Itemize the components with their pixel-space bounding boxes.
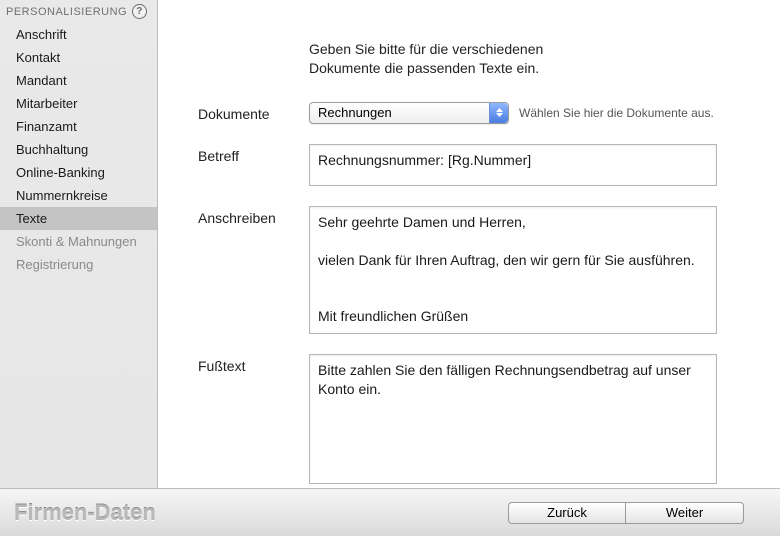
- sidebar-item-registrierung: Registrierung: [0, 253, 157, 276]
- sidebar-item-mandant[interactable]: Mandant: [0, 69, 157, 92]
- sidebar-item-texte[interactable]: Texte: [0, 207, 157, 230]
- sidebar-item-online-banking[interactable]: Online-Banking: [0, 161, 157, 184]
- sidebar-item-label: Online-Banking: [16, 165, 105, 180]
- row-betreff: Betreff: [198, 144, 740, 186]
- sidebar-item-label: Anschrift: [16, 27, 67, 42]
- sidebar-item-anschrift[interactable]: Anschrift: [0, 23, 157, 46]
- sidebar-item-label: Mandant: [16, 73, 67, 88]
- sidebar-item-buchhaltung[interactable]: Buchhaltung: [0, 138, 157, 161]
- intro-line: Dokumente die passenden Texte ein.: [309, 59, 740, 78]
- fusstext-textarea[interactable]: [309, 354, 717, 484]
- dropdown-icon: [489, 103, 508, 123]
- sidebar-item-label: Kontakt: [16, 50, 60, 65]
- sidebar-item-label: Buchhaltung: [16, 142, 88, 157]
- intro-line: Geben Sie bitte für die verschiedenen: [309, 40, 740, 59]
- field-fusstext: [309, 354, 740, 484]
- label-anschreiben: Anschreiben: [198, 206, 309, 226]
- sidebar-item-kontakt[interactable]: Kontakt: [0, 46, 157, 69]
- label-fusstext: Fußtext: [198, 354, 309, 374]
- sidebar-item-nummernkreise[interactable]: Nummernkreise: [0, 184, 157, 207]
- sidebar-item-label: Registrierung: [16, 257, 93, 272]
- next-button[interactable]: Weiter: [626, 502, 744, 524]
- row-dokumente: Dokumente Rechnungen Wählen Sie hier die…: [198, 102, 740, 124]
- sidebar-item-skonti-mahnungen: Skonti & Mahnungen: [0, 230, 157, 253]
- sidebar-item-finanzamt[interactable]: Finanzamt: [0, 115, 157, 138]
- anschreiben-textarea[interactable]: [309, 206, 717, 334]
- footer-buttons: Zurück Weiter: [508, 502, 744, 524]
- main-area: PERSONALISIERUNG ? Anschrift Kontakt Manda…: [0, 0, 780, 488]
- sidebar-list: Anschrift Kontakt Mandant Mitarbeiter Finanz…: [0, 23, 157, 276]
- dokumente-hint: Wählen Sie hier die Dokumente aus.: [519, 106, 714, 120]
- sidebar-item-label: Finanzamt: [16, 119, 77, 134]
- sidebar-item-label: Nummernkreise: [16, 188, 108, 203]
- footer-title: Firmen-Daten: [14, 500, 156, 526]
- row-fusstext: Fußtext: [198, 354, 740, 484]
- field-betreff: [309, 144, 740, 186]
- row-anschreiben: Anschreiben: [198, 206, 740, 334]
- sidebar-item-mitarbeiter[interactable]: Mitarbeiter: [0, 92, 157, 115]
- footer: Firmen-Daten Zurück Weiter: [0, 488, 780, 536]
- sidebar: PERSONALISIERUNG ? Anschrift Kontakt Manda…: [0, 0, 158, 488]
- field-dokumente: Rechnungen Wählen Sie hier die Dokumente…: [309, 102, 740, 124]
- field-anschreiben: [309, 206, 740, 334]
- sidebar-item-label: Mitarbeiter: [16, 96, 77, 111]
- sidebar-header-label: PERSONALISIERUNG: [6, 6, 127, 18]
- content-panel: Geben Sie bitte für die verschiedenen Do…: [158, 0, 780, 488]
- app-window: PERSONALISIERUNG ? Anschrift Kontakt Manda…: [0, 0, 780, 536]
- dokumente-select-value: Rechnungen: [318, 105, 392, 120]
- sidebar-header: PERSONALISIERUNG ?: [0, 0, 157, 23]
- sidebar-item-label: Skonti & Mahnungen: [16, 234, 137, 249]
- label-dokumente: Dokumente: [198, 102, 309, 122]
- sidebar-item-label: Texte: [16, 211, 47, 226]
- betreff-input[interactable]: [309, 144, 717, 186]
- label-betreff: Betreff: [198, 144, 309, 164]
- back-button[interactable]: Zurück: [508, 502, 626, 524]
- help-icon[interactable]: ?: [132, 4, 147, 19]
- dokumente-select[interactable]: Rechnungen: [309, 102, 509, 124]
- intro-text: Geben Sie bitte für die verschiedenen Do…: [309, 40, 740, 78]
